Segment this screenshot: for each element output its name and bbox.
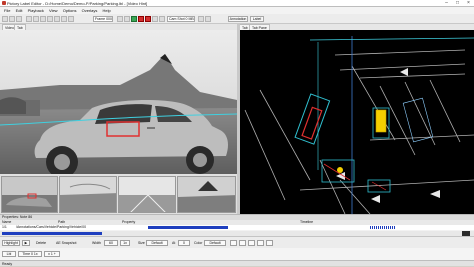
redo-icon[interactable] — [33, 16, 39, 22]
lower-label-2[interactable]: Time 0 1x — [18, 251, 42, 257]
menu-overlays[interactable]: Overlays — [82, 7, 98, 14]
thumbnail-camera-3[interactable] — [118, 176, 176, 213]
camera-thumbnails — [0, 174, 237, 214]
size-label: Size — [138, 241, 145, 245]
last-frame-icon[interactable] — [159, 16, 165, 22]
speed-field[interactable]: 1x — [120, 240, 130, 246]
zoom-out-icon[interactable] — [205, 16, 211, 22]
open-file-icon[interactable] — [9, 16, 15, 22]
menu-playback[interactable]: Playback — [28, 7, 44, 14]
status-text: Ready — [2, 262, 13, 266]
ae-snapshot-label: AE Snapshot — [56, 241, 77, 245]
eraser-icon[interactable] — [239, 240, 246, 246]
at-field[interactable]: 0 — [178, 240, 190, 246]
copy-icon[interactable] — [47, 16, 53, 22]
delete-icon[interactable] — [61, 16, 67, 22]
lidar-pointcloud — [240, 30, 474, 214]
app-icon — [2, 1, 6, 5]
record-icon[interactable] — [138, 16, 144, 22]
at-label: At — [172, 241, 176, 245]
lower-panel: Lbl Time 0 1x x 1 + — [0, 248, 474, 260]
lock-icon[interactable] — [266, 240, 273, 246]
stop-icon[interactable] — [145, 16, 151, 22]
trash-icon[interactable] — [257, 240, 264, 246]
width-label: Width — [92, 241, 101, 245]
row-path: /Annotations/Cars/Vehicle/Parking/Vehicl… — [16, 225, 87, 229]
first-frame-icon[interactable] — [117, 16, 123, 22]
menu-view[interactable]: View — [49, 7, 58, 14]
source-select[interactable]: Cam Shot 0 MB — [167, 16, 195, 22]
zoom-in-icon[interactable] — [198, 16, 204, 22]
table-row[interactable]: 1/1 /Annotations/Cars/Vehicle/Parking/Ve… — [0, 225, 474, 230]
close-button[interactable]: × — [463, 0, 474, 7]
maximize-button[interactable]: □ — [452, 0, 463, 7]
paste-icon[interactable] — [54, 16, 60, 22]
color-label: Color — [194, 241, 203, 245]
menu-bar: File Edit Playback View Options Overlays… — [0, 7, 474, 14]
play-icon[interactable] — [131, 16, 137, 22]
title-bar: Pictory Label Editor - D:/Home/Demo/Demo… — [0, 0, 474, 7]
status-bar: Ready — [0, 260, 474, 266]
menu-edit[interactable]: Edit — [16, 7, 23, 14]
tab-label[interactable]: Label — [250, 16, 264, 22]
lower-label-1[interactable]: Lbl — [2, 251, 16, 257]
settings-icon[interactable] — [68, 16, 74, 22]
width-field[interactable]: 60 — [104, 240, 118, 246]
thumbnail-camera-4[interactable] — [177, 176, 236, 213]
minimize-button[interactable]: – — [441, 0, 452, 7]
next-frame-icon[interactable] — [152, 16, 158, 22]
lower-label-3[interactable]: x 1 + — [44, 251, 60, 257]
undo-icon[interactable] — [26, 16, 32, 22]
pen-icon[interactable] — [230, 240, 237, 246]
menu-file[interactable]: File — [4, 7, 10, 14]
size-select[interactable]: Default — [146, 240, 168, 246]
row-name: 1/1 — [2, 225, 7, 229]
new-file-icon[interactable] — [2, 16, 8, 22]
timeline-keyframes[interactable] — [370, 226, 396, 229]
cut-icon[interactable] — [40, 16, 46, 22]
thumbnail-camera-2[interactable] — [59, 176, 117, 213]
tab-annotation[interactable]: Annotation — [228, 16, 248, 22]
prev-frame-icon[interactable] — [124, 16, 130, 22]
lidar-view[interactable] — [240, 30, 474, 214]
thumbnail-camera-1[interactable] — [1, 176, 58, 213]
frame-select[interactable]: Frame 0000 — [93, 16, 113, 22]
toolbar: Frame 0000 Cam Shot 0 MB Annotation Labe… — [0, 14, 474, 24]
camera-image — [0, 30, 237, 174]
timeline-position — [2, 232, 102, 235]
delete-label: Delete — [36, 241, 47, 245]
color-select[interactable]: Default — [204, 240, 226, 246]
controls-bar: Highlight ▶ Delete AE Snapshot Width 60 … — [0, 236, 474, 248]
menu-help[interactable]: Help — [103, 7, 111, 14]
highlight-button[interactable]: Highlight — [2, 240, 20, 246]
save-icon[interactable] — [16, 16, 22, 22]
window-title: Pictory Label Editor - D:/Home/Demo/Demo… — [7, 1, 148, 6]
play-button[interactable]: ▶ — [22, 240, 30, 246]
copy-icon[interactable] — [248, 240, 255, 246]
menu-options[interactable]: Options — [63, 7, 77, 14]
timeline-segment[interactable] — [148, 226, 228, 229]
camera-view[interactable] — [0, 30, 237, 174]
